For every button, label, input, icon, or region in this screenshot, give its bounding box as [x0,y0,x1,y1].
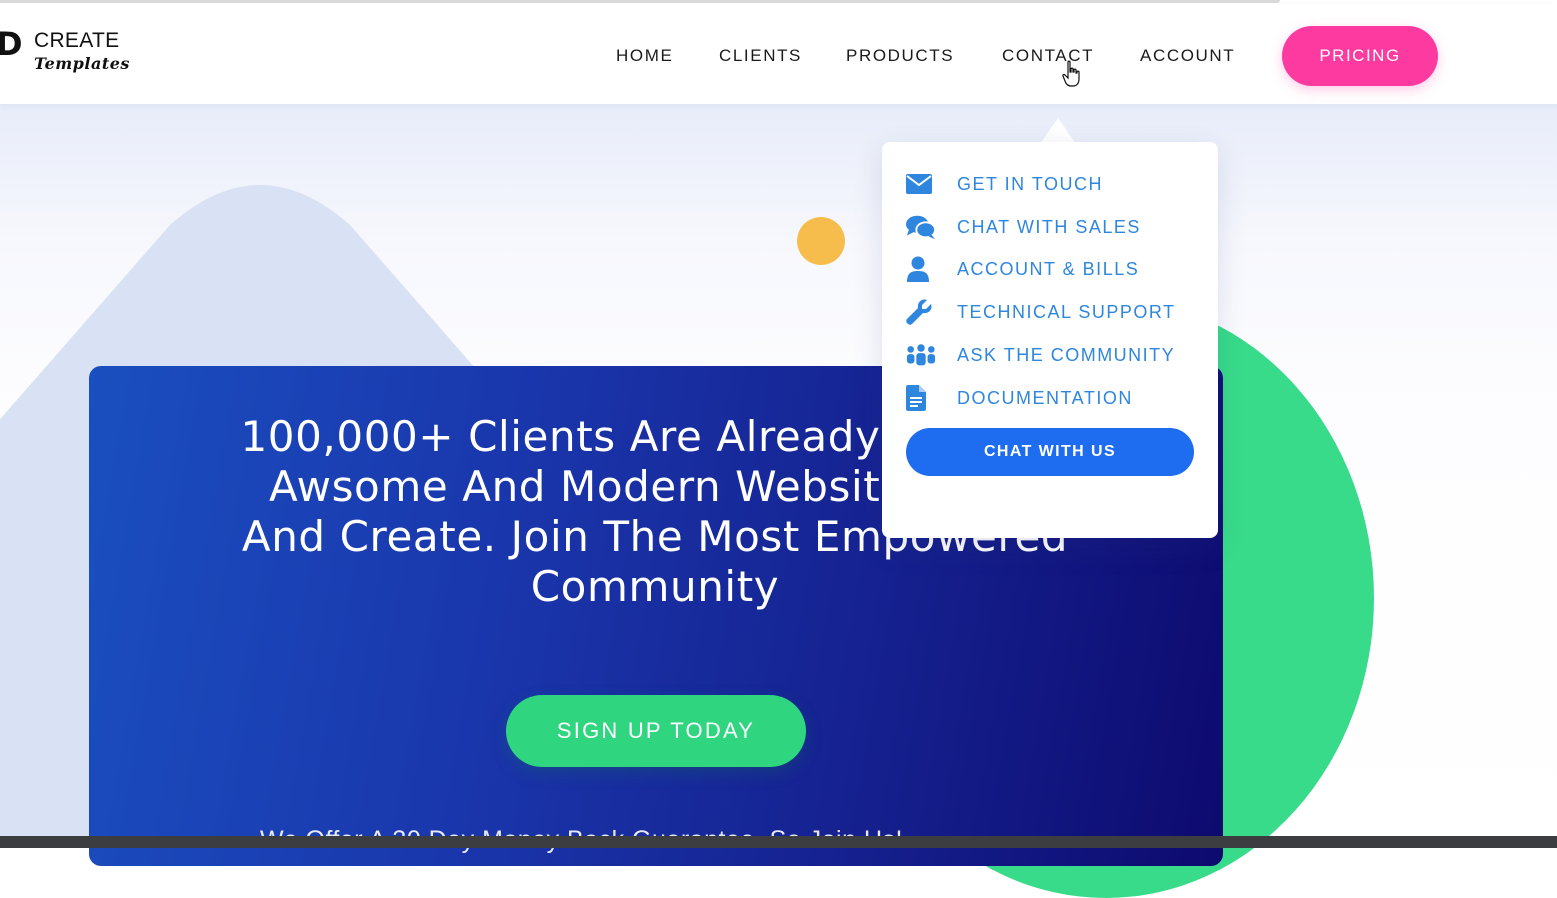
menu-item-ask-the-community[interactable]: ASK THE COMMUNITY [906,340,1206,370]
menu-item-label: DOCUMENTATION [957,387,1133,408]
logo-line-templates: Templates [34,54,130,73]
chat-with-us-button[interactable]: CHAT WITH US [906,428,1194,476]
nav-account[interactable]: ACCOUNT [1140,47,1235,64]
menu-item-label: CHAT WITH SALES [957,216,1141,237]
bottom-bar [0,836,1557,848]
menu-item-documentation[interactable]: DOCUMENTATION [906,383,1206,413]
menu-item-label: ACCOUNT & BILLS [957,258,1140,279]
hand-pointer-cursor-icon [1062,60,1080,87]
top-navbar: D CREATE Templates HOME CLIENTS PRODUCTS… [0,4,1557,104]
menu-item-label: ASK THE COMMUNITY [957,344,1176,365]
community-icon [906,342,936,368]
contact-dropdown-menu: GET IN TOUCH CHAT WITH SALES ACCOUNT & B… [882,142,1218,538]
pricing-button[interactable]: PRICING [1282,26,1438,86]
headline-line-4: Community [530,562,780,611]
menu-item-account-bills[interactable]: ACCOUNT & BILLS [906,254,1206,284]
nav-clients[interactable]: CLIENTS [719,47,802,64]
sun-circle [797,217,845,265]
menu-item-get-in-touch[interactable]: GET IN TOUCH [906,169,1206,199]
logo-line-create: CREATE [34,29,120,52]
menu-item-chat-with-sales[interactable]: CHAT WITH SALES [906,212,1206,242]
nav-products[interactable]: PRODUCTS [846,47,954,64]
menu-item-label: TECHNICAL SUPPORT [957,301,1176,322]
menu-item-label: GET IN TOUCH [957,173,1104,194]
nav-home[interactable]: HOME [616,47,673,64]
signup-button[interactable]: SIGN UP TODAY [506,695,806,767]
menu-item-technical-support[interactable]: TECHNICAL SUPPORT [906,297,1206,327]
user-icon [906,256,936,282]
document-icon [906,385,936,411]
envelope-icon [906,171,936,197]
logo-mark: D [0,25,23,63]
browser-edge [0,0,1280,3]
dropdown-pointer [1040,118,1076,144]
wrench-icon [906,299,936,325]
chat-bubbles-icon [906,214,936,240]
